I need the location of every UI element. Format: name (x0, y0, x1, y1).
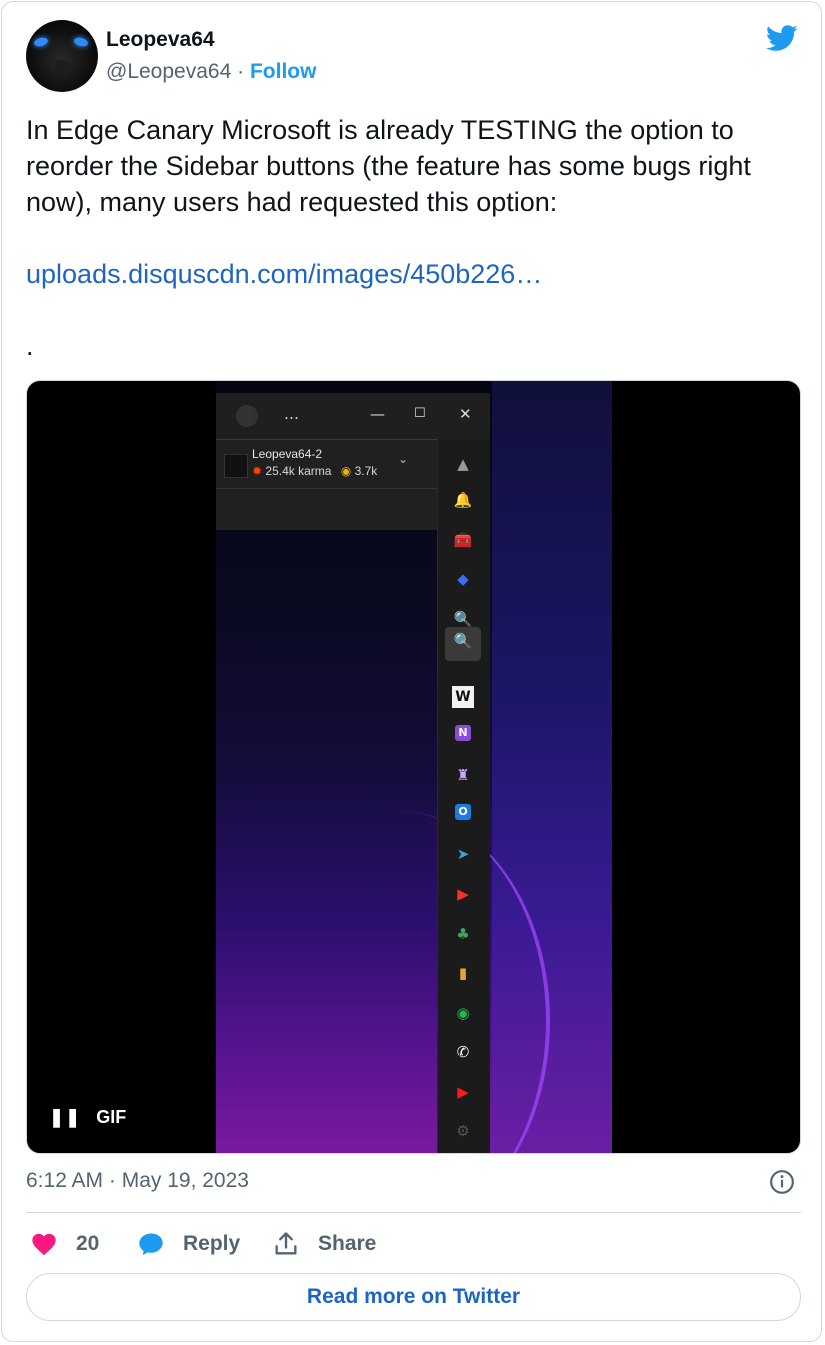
youtube-music-icon[interactable]: ▶ (452, 883, 474, 905)
tweet-spacer (26, 220, 806, 256)
divider (26, 1212, 801, 1213)
youtube-icon[interactable]: ▶ (452, 1081, 474, 1103)
wordle-icon[interactable]: W (452, 686, 474, 708)
spotify-icon[interactable]: ◉ (452, 1002, 474, 1024)
tweet-trailing: . (26, 331, 34, 361)
account-avatar (224, 454, 248, 478)
more-icon: … (284, 405, 299, 423)
tree-icon[interactable]: ♣ (452, 923, 474, 945)
karma-value: 25.4k karma (265, 464, 332, 478)
tweet-timestamp[interactable]: 6:12 AM · May 19, 2023 (26, 1169, 249, 1193)
read-more-button[interactable]: Read more on Twitter (26, 1273, 801, 1321)
tweet-media-gif[interactable]: … — ☐ ✕ Leopeva64-2 ✹ 25.4k karma ◉ 3.7k… (26, 380, 801, 1154)
avatar-nose (54, 60, 70, 74)
karma-icon: ✹ (252, 464, 263, 478)
avatar-eye-right (73, 36, 89, 48)
avatar-eye-left (33, 36, 49, 48)
follow-button[interactable]: Follow (250, 60, 317, 83)
share-label: Share (318, 1232, 377, 1255)
reddit-account-panel: Leopeva64-2 ✹ 25.4k karma ◉ 3.7k ⌄ (216, 439, 437, 530)
settings-icon[interactable]: ⚙ (452, 1120, 474, 1142)
gif-badge[interactable]: ❚❚ GIF (49, 1107, 126, 1128)
tweet-body: In Edge Canary Microsoft is already TEST… (26, 115, 751, 217)
author-display-name[interactable]: Leopeva64 (106, 28, 215, 52)
minimize-icon: — (370, 405, 385, 423)
close-icon: ✕ (459, 405, 472, 423)
gif-label: GIF (96, 1107, 127, 1127)
author-avatar[interactable] (26, 20, 98, 92)
handle-separator: · (237, 60, 245, 83)
like-count: 20 (76, 1232, 100, 1255)
like-button[interactable]: 20 (30, 1229, 99, 1259)
tweet-link[interactable]: uploads.disquscdn.com/images/450b226… (26, 256, 806, 292)
author-handle-row: @Leopeva64 · Follow (106, 60, 316, 84)
telegram-icon[interactable]: ➤ (452, 843, 474, 865)
scroll-up-icon[interactable]: ▲ (452, 453, 474, 475)
outlook-icon[interactable]: O (455, 804, 471, 820)
heart-icon (32, 1233, 56, 1256)
reply-button[interactable]: Reply (137, 1229, 240, 1259)
info-icon[interactable] (769, 1169, 795, 1195)
reply-bubble-icon (139, 1233, 163, 1256)
profile-avatar (236, 405, 258, 427)
coins-icon: ◉ (340, 464, 352, 478)
search-icon[interactable]: 🔍 (452, 630, 474, 652)
share-button[interactable]: Share (272, 1229, 376, 1259)
account-name: Leopeva64-2 (252, 447, 323, 461)
edge-titlebar: … — ☐ ✕ (216, 393, 490, 439)
chess-icon[interactable]: ♜ (452, 764, 474, 786)
edge-sidebar: ▲ 🔔 🧰 ◆ 🔍🔍 W N ♜ O ➤ ▶ ♣ ▮ ◉ ✆ ▶ ⚙ ◼ (437, 439, 490, 1153)
tools-icon[interactable]: 🧰 (452, 529, 474, 551)
tweet-text: In Edge Canary Microsoft is already TEST… (26, 112, 806, 364)
add-icon[interactable]: ◼ (452, 1151, 474, 1153)
tweet-spacer-2 (26, 292, 806, 328)
twitter-bird-icon[interactable] (764, 22, 800, 54)
account-row: Leopeva64-2 ✹ 25.4k karma ◉ 3.7k ⌄ (216, 440, 437, 489)
karma-row: ✹ 25.4k karma ◉ 3.7k (252, 464, 377, 478)
edge-browser-window: … — ☐ ✕ Leopeva64-2 ✹ 25.4k karma ◉ 3.7k… (216, 393, 490, 1153)
onenote-icon[interactable]: N (455, 725, 471, 741)
pause-icon[interactable]: ❚❚ (49, 1107, 81, 1127)
author-handle[interactable]: @Leopeva64 (106, 60, 231, 83)
whatsapp-icon[interactable]: ✆ (452, 1041, 474, 1063)
deezer-icon[interactable]: ▮ (452, 962, 474, 984)
maximize-icon: ☐ (414, 406, 426, 421)
coins-value: 3.7k (354, 464, 378, 478)
notification-bell-icon[interactable]: 🔔 (452, 489, 474, 511)
microsoft365-icon[interactable]: ◆ (452, 568, 474, 590)
drag-search-icon[interactable]: 🔍 (452, 608, 474, 630)
reply-label: Reply (183, 1232, 241, 1255)
share-upload-icon (275, 1232, 297, 1255)
chevron-down-icon: ⌄ (398, 452, 409, 466)
